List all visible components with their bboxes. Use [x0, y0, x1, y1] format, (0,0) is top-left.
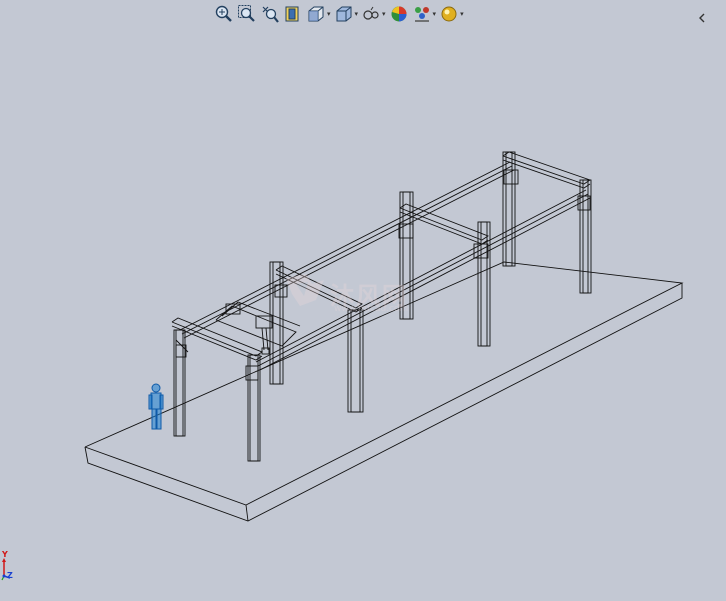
display-style-icon	[336, 6, 352, 22]
watermark: 沐风网 www.mfcad.com	[282, 270, 452, 320]
edit-appearance-icon	[391, 6, 407, 22]
reference-triad: Y Z	[0, 550, 24, 586]
zoom-to-fit-icon	[215, 5, 232, 22]
chevron-down-icon: ▾	[460, 9, 464, 18]
watermark-url: www.mfcad.com	[334, 304, 409, 314]
column-fourth-front	[502, 151, 516, 267]
view-orientation-icon	[308, 6, 324, 22]
hide-show-items-icon	[363, 6, 379, 20]
section-view-icon	[285, 6, 299, 22]
crossbeam-fourth	[502, 151, 592, 211]
zoom-to-area-icon	[238, 5, 255, 22]
triad-y-label: Y	[2, 550, 8, 559]
expand-toolbar-button[interactable]	[697, 8, 707, 27]
view-settings-icon	[441, 6, 457, 22]
section-view-button[interactable]	[283, 3, 303, 25]
human-figure	[148, 383, 164, 430]
view-settings-button[interactable]: ▾	[439, 3, 464, 25]
chevron-down-icon: ▾	[382, 9, 386, 18]
chevron-left-icon	[699, 13, 705, 23]
heads-up-view-toolbar: ▾ ▾ ▾ ▾ ▾	[214, 2, 464, 26]
triad-z-label: Z	[7, 571, 13, 580]
apply-scene-button[interactable]: ▾	[412, 3, 437, 25]
chevron-down-icon: ▾	[354, 9, 359, 18]
chevron-down-icon: ▾	[327, 9, 331, 18]
previous-view-icon	[262, 6, 279, 23]
previous-view-button[interactable]	[260, 3, 280, 25]
chevron-down-icon: ▾	[432, 9, 437, 18]
display-style-button[interactable]: ▾	[334, 3, 359, 25]
view-orientation-button[interactable]: ▾	[306, 3, 331, 25]
zoom-to-fit-button[interactable]	[214, 3, 234, 25]
edit-appearance-button[interactable]	[389, 3, 409, 25]
watermark-logo-icon	[286, 274, 324, 306]
hide-show-items-button[interactable]: ▾	[361, 3, 386, 25]
apply-scene-icon	[414, 7, 429, 22]
zoom-to-area-button[interactable]	[237, 3, 257, 25]
